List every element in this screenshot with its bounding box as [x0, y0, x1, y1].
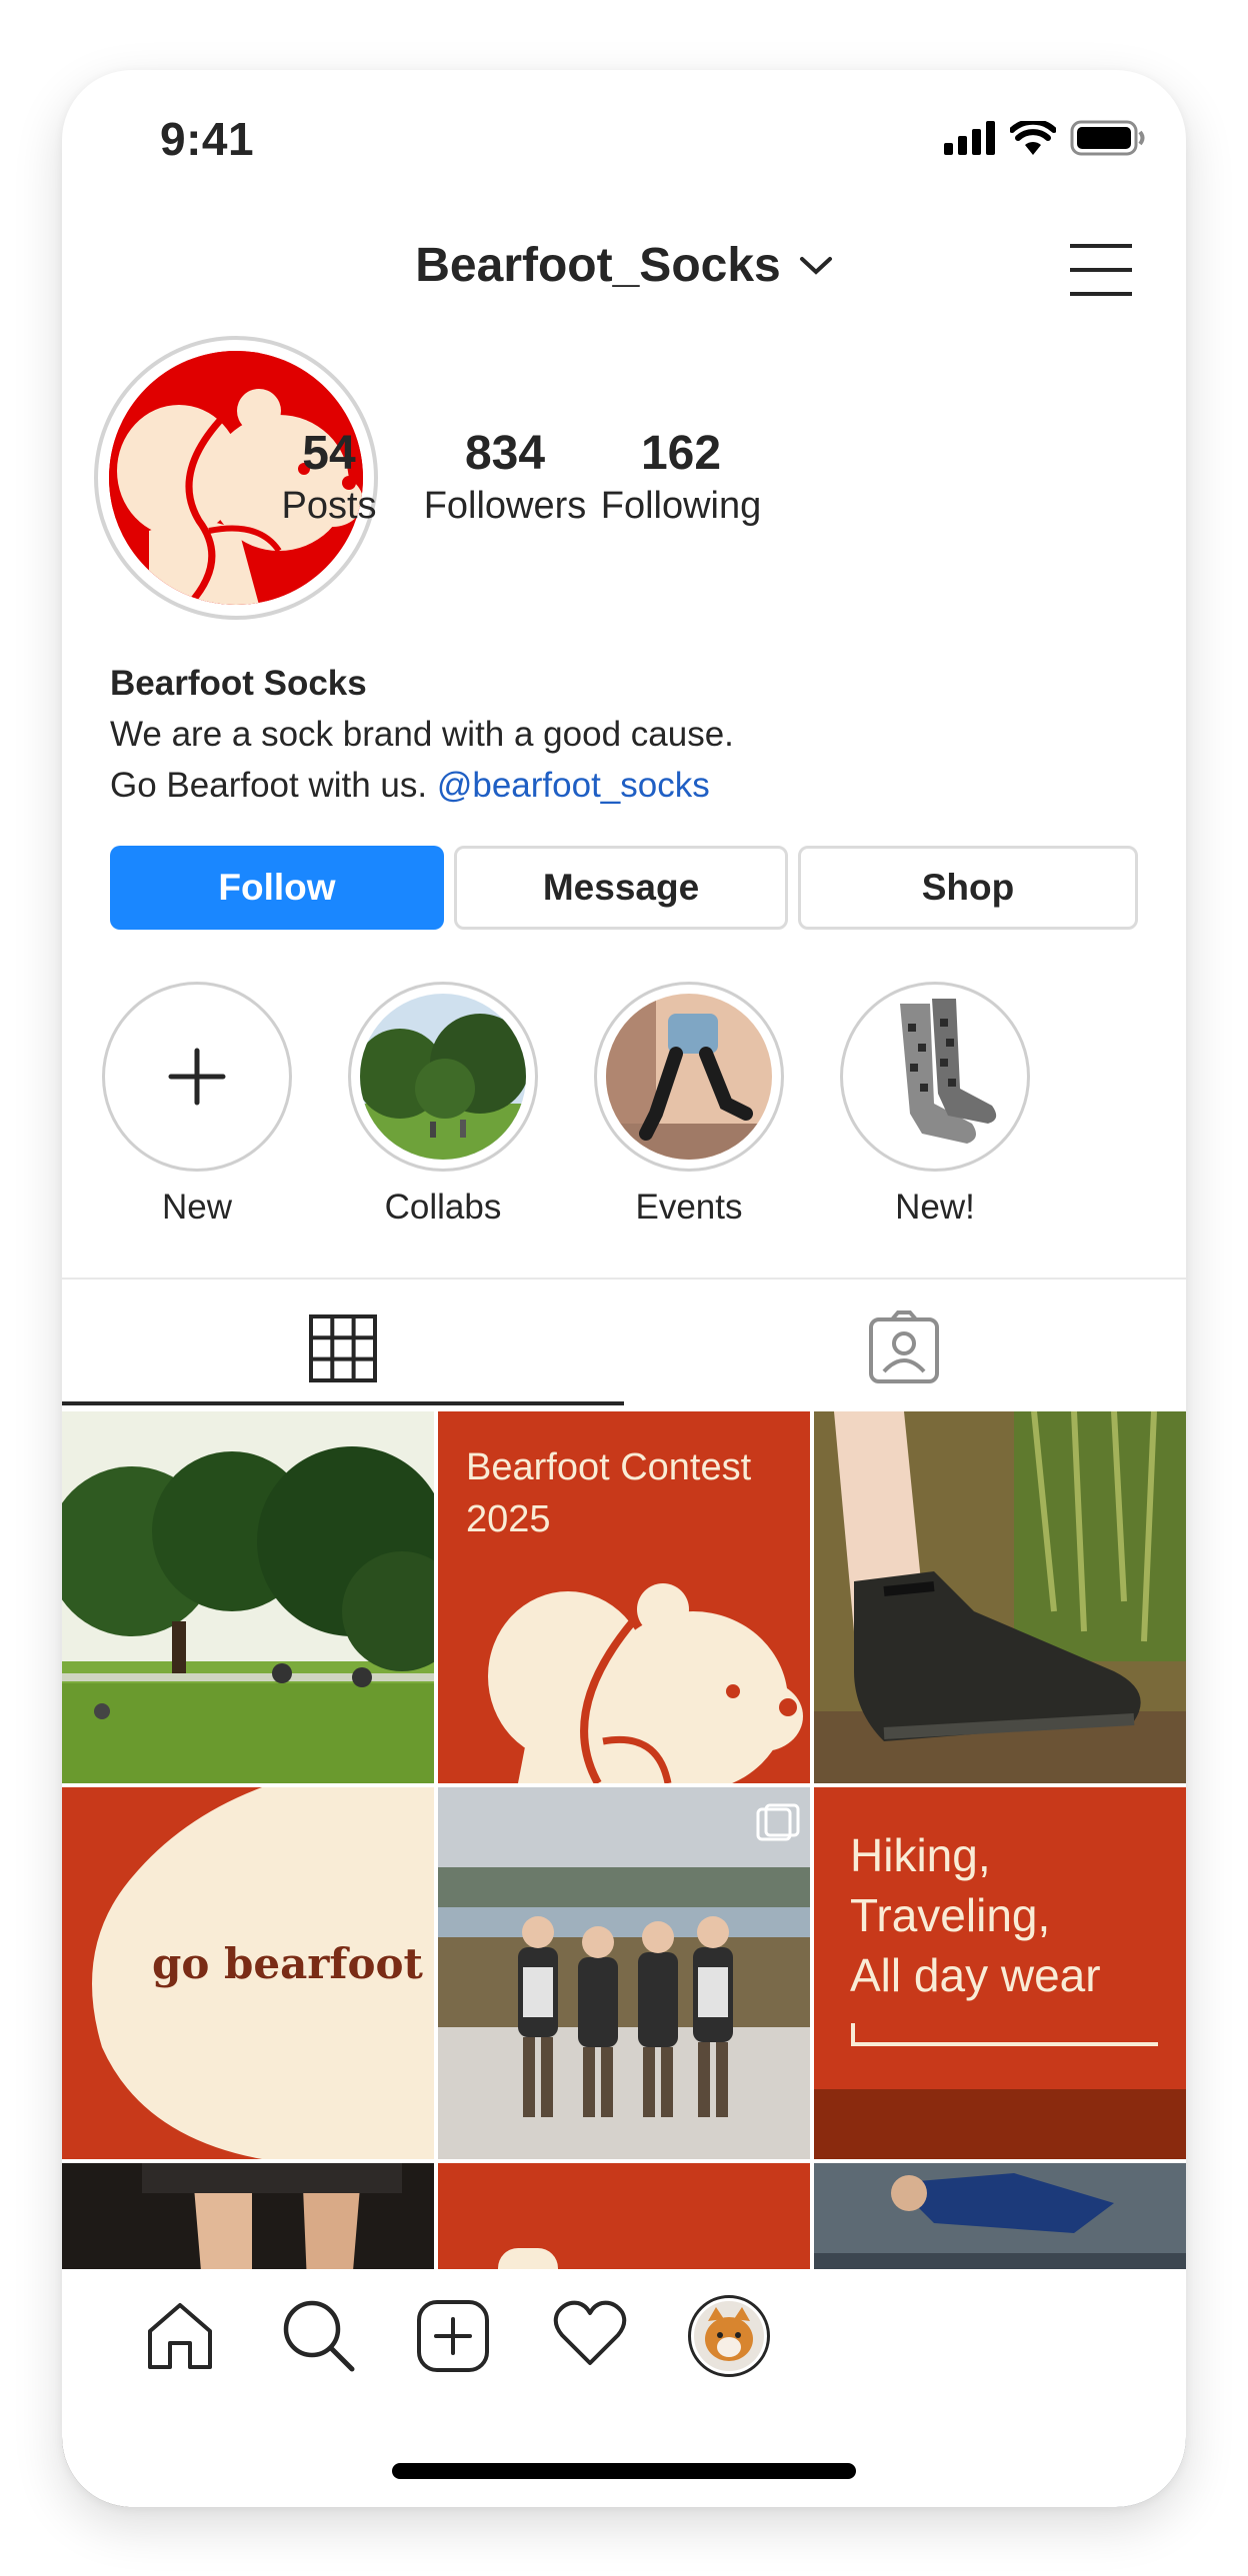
hamburger-menu-icon[interactable]	[1068, 242, 1134, 298]
highlight-ring	[840, 982, 1030, 1172]
section-divider	[62, 1278, 1186, 1280]
park-thumbnail-image	[360, 994, 526, 1160]
post-contest[interactable]: Bearfoot Contest 2025	[438, 1411, 810, 1783]
wifi-icon	[1010, 121, 1056, 155]
active-tab-indicator	[62, 1401, 624, 1405]
highlight-label: Collabs	[384, 1188, 502, 1227]
highlight-label: New	[161, 1188, 233, 1227]
highlight-label: Events	[635, 1188, 743, 1227]
search-icon[interactable]	[280, 2297, 356, 2373]
following-stat[interactable]: 162 Following	[586, 427, 776, 532]
plus-icon	[168, 1048, 226, 1106]
create-post-icon[interactable]	[416, 2299, 490, 2373]
stat-label: Followers	[423, 484, 587, 527]
follow-button[interactable]: Follow	[110, 846, 444, 930]
home-icon[interactable]	[144, 2299, 216, 2371]
profile-nav-avatar[interactable]	[688, 2295, 770, 2377]
bio-line-2: Go Bearfoot with us.	[110, 766, 428, 805]
runner-thumbnail-image	[606, 994, 772, 1160]
go-bearfoot-text: go bearfoot	[152, 1939, 423, 1988]
highlight-ring	[102, 982, 292, 1172]
underline-bracket-shape	[851, 2023, 1158, 2046]
tagged-tab-icon[interactable]	[868, 1309, 940, 1385]
shop-button[interactable]: Shop	[798, 846, 1138, 930]
username-title: Bearfoot_Socks	[415, 239, 781, 292]
battery-icon	[1070, 120, 1145, 156]
highlight-label: New!	[895, 1188, 975, 1227]
chevron-down-icon	[799, 256, 832, 275]
post-park-image[interactable]	[62, 1411, 434, 1783]
posts-stat[interactable]: 54 Posts	[234, 427, 424, 532]
highlight-ring	[348, 982, 538, 1172]
status-time: 9:41	[160, 113, 255, 165]
heart-icon[interactable]	[552, 2299, 628, 2369]
post-group-hike-image[interactable]	[438, 1787, 810, 2159]
bear-logo-icon	[488, 1583, 803, 1783]
post-hiking-traveling[interactable]: Hiking, Traveling, All day wear	[814, 1787, 1186, 2159]
dark-red-band	[814, 2089, 1186, 2159]
highlight-new-socks[interactable]: New!	[840, 982, 1030, 1232]
message-button[interactable]: Message	[454, 846, 788, 930]
profile-header[interactable]: Bearfoot_Socks	[62, 238, 1186, 293]
carousel-icon	[756, 1803, 800, 1841]
highlight-ring	[594, 982, 784, 1172]
bio-line-2-wrapper: Go Bearfoot with us. @bearfoot_socks	[110, 760, 1140, 811]
cat-avatar-image	[694, 2301, 764, 2371]
stat-label: Posts	[281, 484, 377, 527]
bio-line-1: We are a sock brand with a good cause.	[110, 715, 734, 754]
hiking-line-2: Traveling,	[850, 1889, 1051, 1941]
highlight-events[interactable]: Events	[594, 982, 784, 1232]
cellular-signal-icon	[944, 121, 995, 155]
stat-number: 834	[464, 427, 546, 480]
mention-link[interactable]: @bearfoot_socks	[437, 766, 710, 805]
status-icons	[944, 120, 1146, 156]
hiking-line-3: All day wear	[850, 1949, 1101, 2001]
phone-frame: 9:41 Bearfoot_Socks 54 Posts 834 Followe…	[62, 70, 1186, 2507]
post-hiking-boot-image[interactable]	[814, 1411, 1186, 1783]
post-go-bearfoot[interactable]: go bearfoot	[62, 1787, 434, 2159]
followers-stat[interactable]: 834 Followers	[410, 427, 600, 532]
home-indicator	[392, 2463, 856, 2479]
grid-tab-icon[interactable]	[308, 1313, 378, 1383]
hiking-line-1: Hiking,	[850, 1829, 991, 1881]
sock-thumbnail-image	[852, 994, 1018, 1160]
stat-label: Following	[600, 484, 762, 527]
profile-bio: Bearfoot Socks We are a sock brand with …	[110, 658, 1140, 811]
highlight-new[interactable]: New	[102, 982, 292, 1232]
highlight-collabs[interactable]: Collabs	[348, 982, 538, 1232]
stat-number: 54	[302, 427, 356, 480]
display-name: Bearfoot Socks	[110, 664, 367, 703]
stat-number: 162	[640, 427, 722, 480]
